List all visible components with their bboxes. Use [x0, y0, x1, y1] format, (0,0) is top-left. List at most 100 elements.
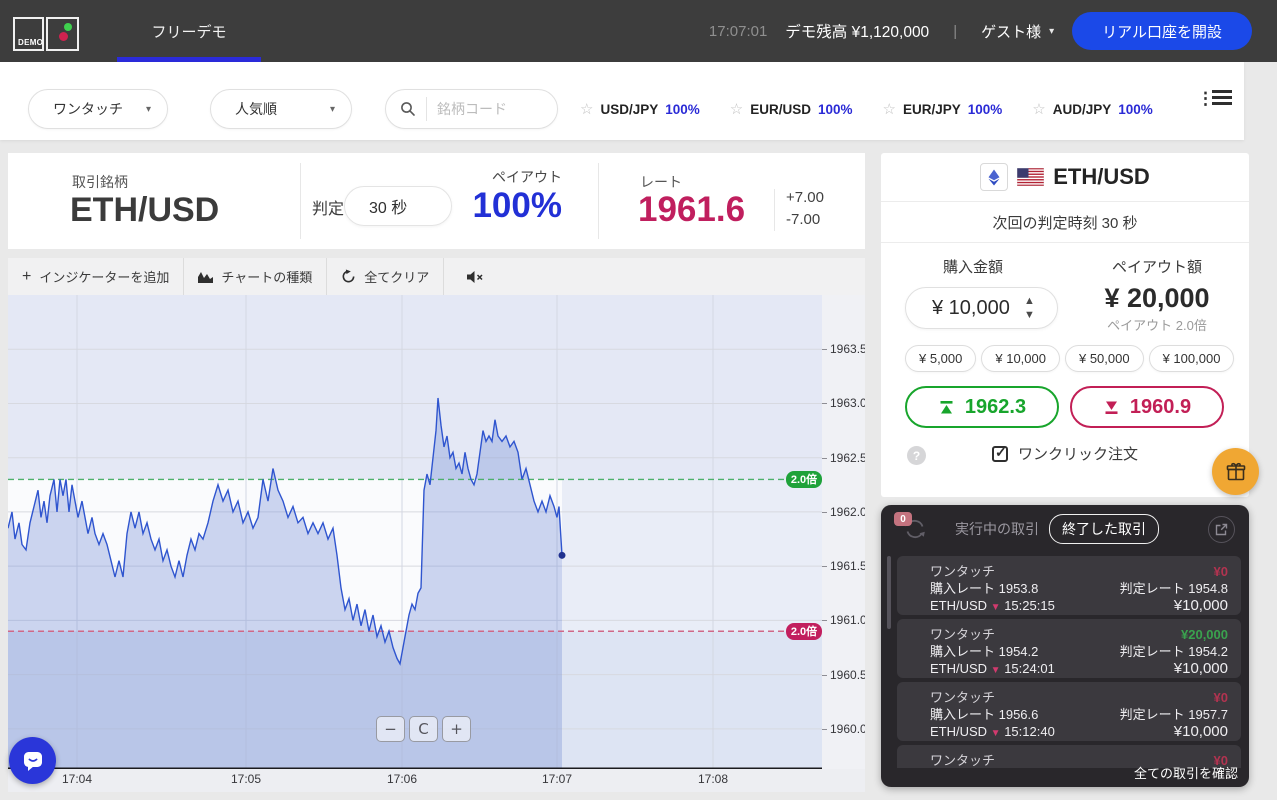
x-axis-label: 17:04: [61, 772, 93, 786]
y-axis-label: 1961.0: [830, 613, 865, 628]
trade-judge-rate: 判定レート 1954.2: [1119, 644, 1228, 659]
buy-low-button[interactable]: 1960.9: [1070, 386, 1224, 428]
trade-row[interactable]: ワンタッチ 購入レート 1956.6 ETH/USD ▼ 15:12:40 ¥0 判定レ…: [897, 682, 1241, 741]
stepper-down-icon[interactable]: ▼: [1024, 309, 1035, 321]
one-click-checkbox[interactable]: ✓: [991, 444, 1008, 462]
y-axis-label: 1963.5: [830, 342, 865, 357]
trade-pair: ETH/USD: [930, 598, 991, 613]
watchlist: ☆ USD/JPY 100% ☆ EUR/USD 100% ☆ EUR/JPY 100% ☆ AUD…: [580, 89, 1153, 129]
star-icon[interactable]: ☆: [1032, 100, 1045, 118]
mute-sound-button[interactable]: [466, 270, 484, 284]
order-symbol: ETH/USD: [1053, 164, 1150, 189]
chart-type-button[interactable]: チャートの種類: [184, 258, 326, 295]
promotion-gift-button[interactable]: [1212, 448, 1259, 495]
chart-reset-button[interactable]: C: [409, 716, 438, 742]
trade-row[interactable]: ワンタッチ 購入レート 1954.2 ETH/USD ▼ 15:24:01 ¥20,0…: [897, 619, 1241, 678]
payout-rate-note: ペイアウト 2.0倍: [1107, 318, 1207, 333]
running-count-badge: 0: [894, 512, 912, 526]
quick-amount-buttons: ¥ 5,000 ¥ 10,000 ¥ 50,000 ¥ 100,000: [905, 345, 1249, 372]
amount-stepper[interactable]: ▲ ▼: [905, 287, 1058, 329]
current-rate: 1961.6: [638, 190, 746, 229]
gift-icon: [1226, 462, 1245, 480]
order-panel-header: ETH/USD: [881, 153, 1249, 202]
server-clock: 17:07:01: [708, 22, 768, 40]
divider: [300, 163, 301, 239]
down-triangle-icon: ▼: [990, 602, 1001, 613]
chevron-down-icon: ▾: [1049, 25, 1055, 37]
trade-history-list: ワンタッチ 購入レート 1953.8 ETH/USD ▼ 15:25:15 ¥0 判定レ…: [897, 556, 1241, 768]
y-axis-tick: [822, 674, 827, 676]
y-axis-label: 1961.5: [830, 559, 865, 574]
trade-pair: ETH/USD: [930, 724, 991, 739]
one-click-order-toggle[interactable]: ✓ ワンクリック注文: [881, 443, 1249, 464]
quick-amount-button[interactable]: ¥ 5,000: [905, 345, 977, 372]
y-axis-tick: [822, 349, 827, 351]
symbol-search[interactable]: [385, 89, 558, 129]
pair-payout: 100%: [817, 101, 853, 117]
user-label: ゲスト様: [981, 23, 1042, 41]
watchlist-pair[interactable]: ☆ EUR/JPY 100%: [883, 100, 1003, 118]
buy-high-button[interactable]: 1962.3: [905, 386, 1059, 428]
payout-percent: 100%: [472, 186, 562, 225]
tab-running-trades[interactable]: 実行中の取引: [955, 519, 1039, 539]
price-chart[interactable]: [8, 295, 865, 769]
open-trades-window-button[interactable]: [1208, 516, 1235, 543]
logo-dots-square: [46, 17, 79, 51]
zoom-in-button[interactable]: +: [442, 716, 471, 742]
sync-button[interactable]: 0: [894, 512, 929, 543]
y-axis-label: 1963.0: [830, 396, 865, 411]
watchlist-pair[interactable]: ☆ USD/JPY 100%: [580, 100, 700, 118]
stepper-up-icon[interactable]: ▲: [1024, 295, 1035, 307]
zoom-out-button[interactable]: −: [376, 716, 405, 742]
divider: [598, 163, 599, 239]
y-axis-gutter: [822, 295, 865, 769]
support-chat-button[interactable]: [9, 737, 56, 784]
star-icon[interactable]: ☆: [580, 100, 593, 118]
add-indicator-button[interactable]: + インジケーターを追加: [8, 258, 183, 295]
divider: [426, 97, 427, 121]
trade-pair: ETH/USD: [930, 661, 991, 676]
hamburger-menu-icon[interactable]: [1212, 90, 1232, 108]
app-logo: DEMO: [13, 17, 79, 51]
quick-amount-button[interactable]: ¥ 100,000: [1148, 345, 1235, 372]
amount-input[interactable]: [932, 296, 1030, 320]
speaker-mute-icon: [467, 270, 483, 283]
search-input[interactable]: [437, 101, 537, 117]
sort-select[interactable]: 人気順 ▾: [210, 89, 352, 129]
view-all-trades-link[interactable]: 全ての取引を確認: [1134, 763, 1238, 782]
pair-name: USD/JPY: [600, 101, 659, 117]
quick-amount-button[interactable]: ¥ 50,000: [1064, 345, 1144, 372]
trade-row-right: ¥20,000 判定レート 1954.2 ¥10,000: [1120, 626, 1228, 678]
payout-amount-label: ペイアウト額: [1111, 259, 1202, 276]
pair-name: EUR/JPY: [902, 101, 961, 117]
down-triangle-icon: ▼: [990, 728, 1001, 739]
pair-payout: 100%: [1118, 101, 1153, 117]
us-flag-icon: [1017, 168, 1045, 186]
pair-name: EUR/USD: [750, 101, 811, 117]
divider: [774, 189, 775, 231]
x-axis-label: 17:06: [386, 772, 418, 786]
y-axis-tick: [822, 511, 827, 513]
user-menu[interactable]: ゲスト様 ▾: [981, 21, 1054, 42]
chart-zoom-controls: − C +: [376, 716, 471, 742]
next-round-timer: 次回の判定時刻 30 秒: [881, 202, 1249, 243]
watchlist-pair[interactable]: ☆ AUD/JPY 100%: [1032, 100, 1153, 118]
star-icon[interactable]: ☆: [883, 100, 896, 118]
star-icon[interactable]: ☆: [730, 100, 743, 118]
clear-all-button[interactable]: 全てクリア: [327, 258, 443, 295]
trade-judge-rate: 判定レート 1957.7: [1119, 707, 1228, 722]
quick-amount-button[interactable]: ¥ 10,000: [981, 345, 1060, 372]
trade-row-right: ¥0 判定レート 1957.7 ¥10,000: [1120, 689, 1228, 741]
watchlist-pair[interactable]: ☆ EUR/USD 100%: [730, 100, 853, 118]
tab-free-demo[interactable]: フリーデモ: [117, 0, 261, 62]
touch-up-icon: [940, 400, 953, 413]
trade-row[interactable]: ワンタッチ 購入レート 1953.8 ETH/USD ▼ 15:25:15 ¥0 判定レ…: [897, 556, 1241, 615]
open-real-account-button[interactable]: リアル口座を開設: [1072, 12, 1252, 50]
scrollbar[interactable]: [887, 556, 891, 629]
trade-type-select[interactable]: ワンタッチ ▾: [28, 89, 168, 129]
tab-closed-trades[interactable]: 終了した取引: [1049, 514, 1159, 544]
logo-demo-square: DEMO: [13, 17, 44, 51]
trades-panel: 0 実行中の取引 終了した取引 ワンタッチ 購入レート 1953.8 ETH/USD…: [881, 505, 1249, 787]
x-axis-label: 17:08: [697, 772, 729, 786]
order-panel: ETH/USD 次回の判定時刻 30 秒 購入金額 ペイアウト額 ▲ ▼ ¥ 2…: [881, 153, 1249, 497]
